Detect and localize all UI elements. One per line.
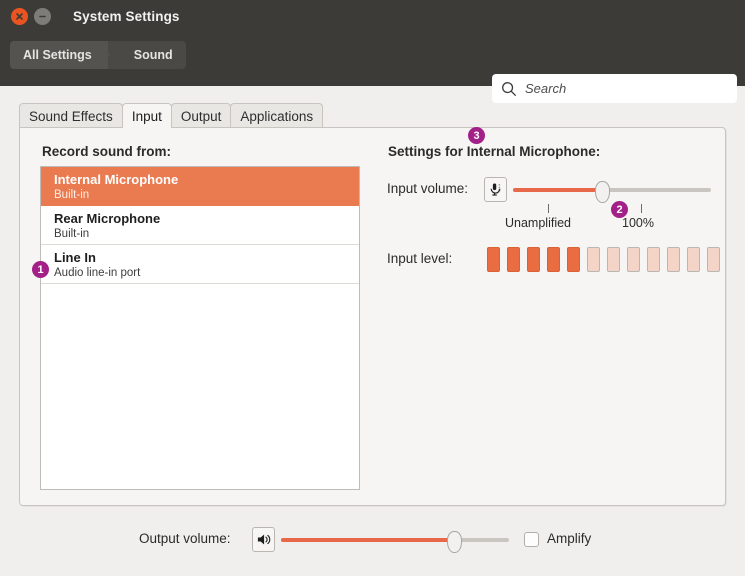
list-item-internal-microphone[interactable]: Internal Microphone Built-in (41, 167, 359, 206)
device-name: Rear Microphone (54, 211, 161, 226)
device-name: Line In (54, 250, 96, 265)
annotation-badge-3: 3 (468, 127, 485, 144)
input-level-meter (487, 247, 727, 272)
breadcrumb-sound[interactable]: Sound (121, 41, 186, 69)
search-input[interactable] (525, 81, 715, 96)
close-icon[interactable] (11, 8, 28, 25)
device-subtitle: Built-in (54, 189, 90, 201)
slider-knob[interactable] (595, 181, 611, 203)
hundred-percent-tick (641, 204, 642, 213)
level-bar (667, 247, 680, 272)
tab-output[interactable]: Output (170, 103, 232, 128)
level-bar (547, 247, 560, 272)
input-volume-label: Input volume: (387, 181, 469, 196)
slider-knob[interactable] (447, 531, 463, 553)
annotation-badge-2: 2 (611, 201, 628, 218)
output-volume-label: Output volume: (139, 531, 231, 546)
output-volume-slider[interactable] (281, 531, 509, 553)
device-subtitle: Audio line-in port (54, 267, 141, 279)
level-bar (587, 247, 600, 272)
tab-applications[interactable]: Applications (230, 103, 324, 128)
unamplified-scale-label: Unamplified (505, 216, 572, 230)
list-item-line-in[interactable]: Line In Audio line-in port (41, 245, 359, 284)
input-volume-slider[interactable] (513, 181, 711, 203)
minimize-icon[interactable] (34, 8, 51, 25)
level-bar (707, 247, 720, 272)
device-subtitle: Built-in (54, 228, 90, 240)
speaker-volume-icon[interactable] (252, 527, 275, 552)
annotation-badge-1: 1 (32, 261, 49, 278)
hundred-percent-scale-label: 100% (622, 216, 654, 230)
search-box[interactable] (492, 74, 737, 103)
record-sound-from-heading: Record sound from: (42, 144, 172, 159)
tab-input[interactable]: Input (121, 103, 172, 128)
microphone-icon[interactable] (484, 177, 507, 202)
search-icon (501, 81, 517, 97)
window-title: System Settings (73, 9, 180, 24)
level-bar (567, 247, 580, 272)
toolbar: All Settings Sound (0, 33, 745, 103)
level-bar (607, 247, 620, 272)
unamplified-tick (548, 204, 549, 213)
slider-fill (513, 188, 603, 192)
list-item-rear-microphone[interactable]: Rear Microphone Built-in (41, 206, 359, 245)
level-bar (487, 247, 500, 272)
window-titlebar: System Settings (0, 0, 745, 33)
level-bar (507, 247, 520, 272)
amplify-label: Amplify (547, 531, 592, 546)
tab-sound-effects[interactable]: Sound Effects (19, 103, 123, 128)
breadcrumb-separator-icon (98, 41, 121, 69)
level-bar (627, 247, 640, 272)
input-level-label: Input level: (387, 251, 453, 266)
amplify-checkbox[interactable] (524, 532, 539, 547)
tab-bar: Sound Effects Input Output Applications (19, 103, 324, 128)
device-name: Internal Microphone (54, 172, 179, 187)
settings-for-device-heading: Settings for Internal Microphone: (388, 144, 601, 159)
level-bar (647, 247, 660, 272)
record-device-list[interactable]: Internal Microphone Built-in Rear Microp… (40, 166, 360, 490)
level-bar (527, 247, 540, 272)
breadcrumb: All Settings Sound (10, 41, 186, 69)
breadcrumb-all-settings[interactable]: All Settings (10, 41, 108, 69)
slider-fill (281, 538, 455, 542)
level-bar (687, 247, 700, 272)
